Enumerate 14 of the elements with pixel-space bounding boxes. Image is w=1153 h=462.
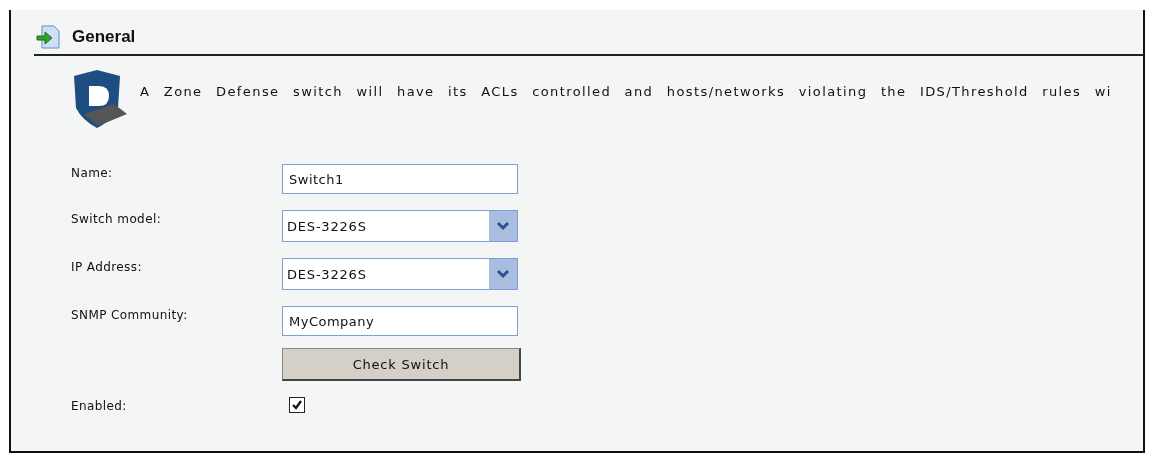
dropdown-field[interactable]: DES-3226S xyxy=(282,258,518,290)
dropdown-field[interactable]: DES-3226S xyxy=(282,210,518,242)
field-label: Enabled: xyxy=(71,399,128,413)
document-arrow-icon xyxy=(36,24,62,50)
field-label: Switch model: xyxy=(71,212,163,226)
section-title: General xyxy=(72,27,136,47)
field-label: IP Address: xyxy=(71,260,143,274)
field-label: Name: xyxy=(71,166,114,180)
checkbox[interactable] xyxy=(289,397,305,413)
check-switch-button[interactable]: Check Switch xyxy=(282,348,521,381)
text-field[interactable]: MyCompany xyxy=(282,306,518,336)
text-field[interactable]: Switch1 xyxy=(282,164,518,194)
field-label: SNMP Community: xyxy=(71,308,189,322)
description-text: A Zone Defense switch will have its ACLs controlled and hosts/networks violating the IDS/Threshold rules wi xyxy=(140,84,1112,99)
